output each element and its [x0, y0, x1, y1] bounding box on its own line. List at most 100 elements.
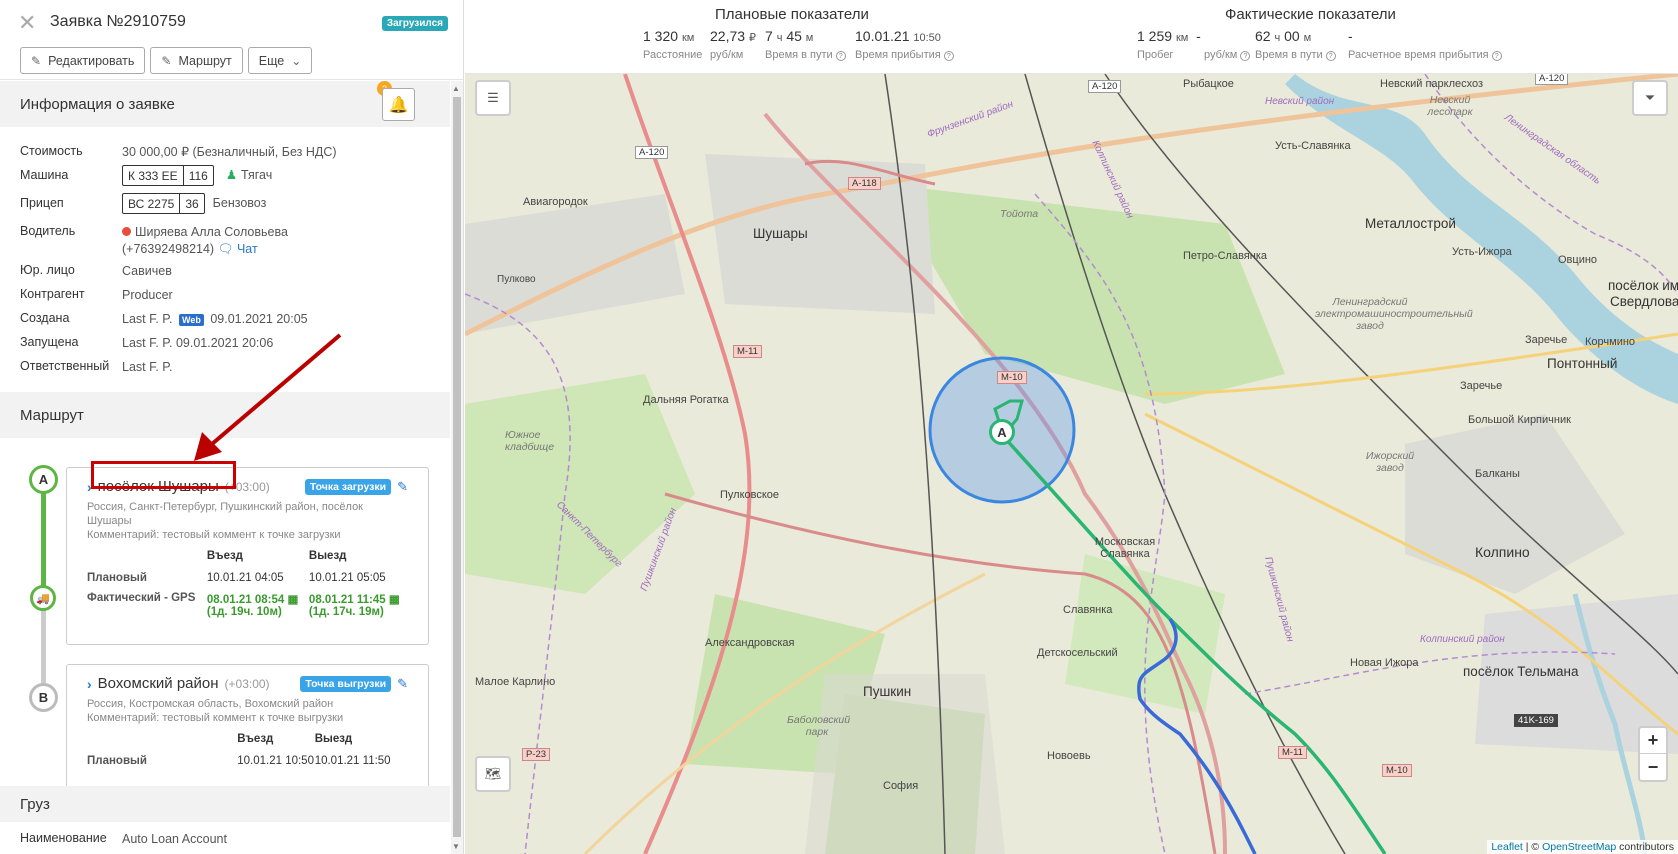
road-a118: A-118 — [848, 177, 881, 190]
scrollbar[interactable]: ▲ ▼ — [451, 81, 463, 854]
map-label-nevsky-rayon: Невский район — [1265, 96, 1335, 107]
plan-distance-value: 1 320 — [643, 28, 679, 44]
plan-stats-title: Плановые показатели — [715, 6, 869, 23]
route-button[interactable]: ✎ Маршрут — [150, 47, 243, 74]
edit-button[interactable]: ✎ Редактировать — [20, 47, 146, 74]
more-button[interactable]: Еще ⌄ — [247, 47, 313, 74]
edit-button-label: Редактировать — [48, 53, 135, 68]
scroll-down-icon[interactable]: ▼ — [452, 842, 460, 851]
map-label-toyota: Тойота — [1000, 208, 1039, 220]
leaflet-link[interactable]: Leaflet — [1491, 841, 1523, 853]
layers-button[interactable]: ☰ — [475, 80, 511, 116]
notifications-button[interactable]: 🔔 — [382, 88, 415, 121]
route-pin-b: B — [29, 683, 58, 712]
trailer-plate-region: 36 — [179, 194, 203, 213]
scroll-up-icon[interactable]: ▲ — [452, 84, 460, 93]
created-value: Last F. P. Web 09.01.2021 20:05 — [122, 308, 308, 329]
filter-button[interactable]: ⏷ — [1632, 80, 1668, 116]
chevron-right-icon[interactable]: › — [87, 676, 92, 692]
annotation-highlight-box — [91, 461, 236, 489]
started-value: Last F. P. 09.01.2021 20:06 — [122, 336, 274, 350]
hours-unit: ч — [776, 32, 783, 44]
point-type-badge: Точка выгрузки — [300, 675, 392, 692]
bell-icon: 🔔 — [388, 96, 409, 114]
point-name[interactable]: Вохомский район — [98, 675, 219, 692]
driver-name[interactable]: Ширяева Алла Соловьева — [135, 225, 288, 239]
fact-time: 62 ч 00 м Время в пути ? — [1255, 28, 1336, 61]
map-label-pushkin: Пушкин — [863, 684, 912, 699]
trailer-plate-number: ВС 2275 — [128, 197, 175, 211]
scrollbar-thumb[interactable] — [453, 97, 461, 837]
legal-label: Юр. лицо — [20, 263, 75, 277]
plan-time: 7 ч 45 м Время в пути ? — [765, 28, 846, 61]
plan-arrival: 10.01.21 10:50 Время прибытия ? — [855, 28, 954, 61]
fact-mileage-value: 1 259 — [1137, 28, 1173, 44]
point-times: Въезд Выезд Плановый 10.01.21 04:05 10.01.2… — [87, 550, 408, 618]
map-canvas[interactable]: Шушары Авиагородок Пулково Дальняя Рогат… — [465, 74, 1678, 854]
map-marker-a[interactable]: A — [989, 419, 1015, 445]
road-m10: M-10 — [1382, 764, 1412, 777]
order-title: Заявка №2910759 — [50, 13, 186, 30]
route-point-card: › Вохомский район (+03:00) Точка выгрузк… — [66, 664, 429, 792]
cargo-name-value: Auto Loan Account — [122, 832, 227, 846]
route-button-label: Маршрут — [178, 53, 232, 68]
map-icon: 🗺 — [484, 766, 502, 781]
help-icon[interactable]: ? — [943, 51, 954, 61]
point-comment: Комментарий: тестовый коммент к точке за… — [87, 529, 341, 541]
plan-out: 10.01.21 05:05 — [308, 572, 386, 584]
order-header: ✕ Заявка №2910759 Загрузился ✎ Редактиров… — [0, 0, 463, 80]
fact-stats-title: Фактические показатели — [1225, 6, 1396, 23]
map-label-telmana: посёлок Тельмана — [1463, 664, 1579, 679]
map-label-pulkovo: Пулково — [497, 274, 536, 285]
cost-value: 30 000,00 ₽ (Безналичный, Без НДС) — [122, 145, 337, 159]
zoom-control: + − — [1638, 726, 1668, 782]
more-button-label: Еще — [258, 53, 285, 68]
close-icon[interactable]: ✕ — [18, 10, 36, 36]
plan-label: Плановый — [87, 755, 147, 767]
edit-icon[interactable]: ✎ — [397, 479, 408, 495]
map-label-zarechye2: Заречье — [1460, 380, 1503, 392]
driver-label: Водитель — [20, 224, 76, 238]
plan-rate: 22,73 ₽ руб/км — [710, 28, 756, 61]
plan-label: Плановый — [87, 572, 147, 584]
col-in: Въезд — [206, 550, 243, 562]
map-label-novoe: Новоевь — [1047, 750, 1091, 762]
map-label-ovtsyno: Овцино — [1558, 254, 1598, 266]
road-41k169: 41K-169 — [1514, 714, 1558, 727]
fact-in: 08.01.21 08:54 ▦ (1д. 19ч. 10м) — [207, 592, 309, 618]
trailer-type: Бензовоз — [212, 195, 267, 210]
vehicle-label: Машина — [20, 168, 69, 182]
map-label-ust-slavyanka: Усть-Славянка — [1275, 140, 1351, 152]
road-a120: A-120 — [1535, 74, 1569, 85]
cargo-name-label: Наименование — [20, 831, 107, 845]
help-icon[interactable]: ? — [1240, 51, 1251, 61]
vehicle-plate[interactable]: К 333 ЕЕ 116 — [122, 165, 214, 186]
map-attribution: Leaflet | © OpenStreetMap contributors — [1487, 840, 1678, 854]
vehicle-plate-region: 116 — [182, 166, 213, 185]
map-view-button[interactable]: 🗺 — [475, 756, 511, 792]
vehicle-plate-number: К 333 ЕЕ — [128, 169, 178, 183]
map-label-korchmino: Корчмино — [1585, 336, 1636, 348]
edit-icon: ✎ — [31, 53, 42, 68]
cost-label: Стоимость — [20, 144, 83, 158]
truck-icon: 🚚 — [30, 585, 56, 611]
edit-icon[interactable]: ✎ — [397, 676, 408, 692]
help-icon[interactable]: ? — [1491, 51, 1502, 61]
road-a120: A-120 — [1088, 80, 1122, 93]
zoom-out-button[interactable]: − — [1640, 754, 1666, 780]
map-label-kolpino: Колпино — [1475, 544, 1530, 560]
osm-link[interactable]: OpenStreetMap — [1542, 841, 1616, 853]
col-out: Выезд — [314, 733, 353, 745]
help-icon[interactable]: ? — [835, 51, 846, 61]
map-label-babolovsky: Баболовский парк — [787, 714, 851, 738]
chat-link[interactable]: 🗨 Чат — [218, 242, 258, 256]
chat-icon: 🗨 — [217, 242, 234, 256]
help-icon[interactable]: ? — [1325, 51, 1336, 61]
zoom-in-button[interactable]: + — [1640, 728, 1666, 754]
fact-arrival-label: Расчетное время прибытия — [1348, 49, 1489, 61]
plan-distance: 1 320 км Расстояние — [643, 28, 702, 61]
contractor-label: Контрагент — [20, 287, 85, 301]
map-label-izhorsky: Ижорский завод — [1365, 450, 1415, 474]
trailer-plate[interactable]: ВС 2275 36 — [122, 193, 205, 214]
map-label-nevsky-les: Невский лесопарк — [1427, 94, 1473, 118]
